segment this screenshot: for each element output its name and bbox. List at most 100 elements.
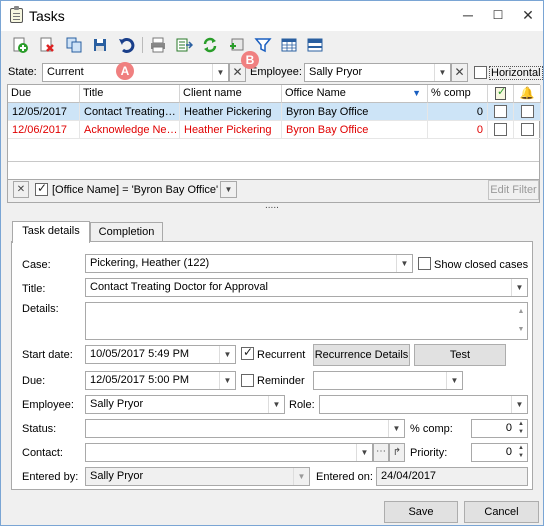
filter-icon[interactable]: ▼ — [412, 85, 421, 102]
reminder-checkbox-detail[interactable] — [241, 374, 254, 387]
contact-combo[interactable]: ▼ — [85, 443, 373, 462]
priority-value: 0 — [505, 446, 512, 458]
reminder-checkbox[interactable] — [521, 105, 534, 118]
chevron-down-icon[interactable]: ▼ — [511, 396, 527, 413]
chevron-down-icon[interactable]: ▼ — [356, 444, 372, 461]
save-icon[interactable] — [91, 36, 109, 54]
export-icon[interactable] — [175, 36, 194, 54]
chevron-down-icon[interactable]: ▼ — [268, 396, 284, 413]
cancel-button[interactable]: Cancel — [464, 501, 539, 523]
employee-filter-combo[interactable]: Sally Pryor ▼ — [304, 63, 451, 82]
column-header-complete[interactable]: ✓ — [488, 85, 514, 103]
recurrence-details-button[interactable]: Recurrence Details — [313, 344, 410, 366]
due-date-picker[interactable]: 12/05/2017 5:00 PM ▼ — [85, 371, 236, 390]
state-value: Current — [47, 66, 84, 78]
employee-clear-button[interactable]: ✕ — [451, 63, 468, 82]
filter-icon[interactable] — [254, 36, 272, 54]
clear-filter-button[interactable]: ✕ — [13, 181, 29, 198]
entered-on-label: Entered on: — [316, 471, 373, 483]
role-combo[interactable]: ▼ — [319, 395, 528, 414]
start-date-label: Start date: — [22, 349, 73, 361]
entered-by-label: Entered by: — [22, 471, 79, 483]
undo-icon[interactable] — [117, 36, 135, 54]
reminder-combo[interactable]: ▼ — [313, 371, 463, 390]
close-button[interactable]: ✕ — [513, 1, 543, 31]
clipboard-icon — [10, 6, 23, 23]
show-closed-checkbox[interactable] — [418, 257, 431, 270]
chevron-down-icon[interactable]: ▼ — [212, 64, 228, 81]
chevron-down-icon[interactable]: ▼ — [396, 255, 412, 272]
chevron-down-icon[interactable]: ▼ — [511, 279, 527, 296]
cell-due: 12/05/2017 — [8, 103, 80, 121]
chevron-down-icon: ▼ — [293, 468, 309, 485]
employee-filter-label: Employee: — [250, 66, 302, 78]
splitter-handle[interactable]: ..... — [265, 200, 279, 211]
recurrent-checkbox[interactable] — [241, 345, 254, 360]
column-header-pct[interactable]: % comp — [428, 85, 488, 103]
complete-checkbox[interactable] — [494, 123, 507, 136]
details-scrollbar[interactable]: ▲ ▼ — [515, 303, 527, 339]
tab-completion[interactable]: Completion — [90, 222, 163, 243]
recurrent-label: Recurrent — [257, 349, 306, 361]
case-combo[interactable]: Pickering, Heather (122) ▼ — [85, 254, 413, 273]
cell-client: Heather Pickering — [180, 103, 282, 121]
employee-filter-value: Sally Pryor — [309, 66, 363, 78]
grid-footer-divider — [8, 161, 539, 162]
due-date-value: 12/05/2017 5:00 PM — [90, 374, 190, 386]
chevron-down-icon[interactable]: ▼ — [446, 372, 462, 389]
minimize-button[interactable]: ─ — [453, 1, 483, 31]
start-date-picker[interactable]: 10/05/2017 5:49 PM ▼ — [85, 345, 236, 364]
title-combo[interactable]: Contact Treating Doctor for Approval ▼ — [85, 278, 528, 297]
column-header-client[interactable]: Client name — [180, 85, 282, 103]
status-label: Status: — [22, 423, 57, 435]
column-header-reminder[interactable]: 🔔 — [514, 85, 541, 103]
add-icon[interactable] — [11, 36, 29, 54]
filter-add-icon[interactable] — [228, 36, 246, 54]
refresh-icon[interactable] — [201, 36, 219, 54]
state-combo[interactable]: Current ▼ — [42, 63, 229, 82]
column-header-due[interactable]: Due — [8, 85, 80, 103]
details-textarea[interactable]: ▲ ▼ — [85, 302, 528, 340]
chevron-down-icon[interactable]: ▼ — [219, 372, 235, 389]
due-label: Due: — [22, 375, 46, 387]
employee-value: Sally Pryor — [90, 398, 144, 410]
status-combo[interactable]: ▼ — [85, 419, 405, 438]
cell-reminder — [514, 121, 541, 139]
column-header-title[interactable]: Title — [80, 85, 180, 103]
copy-icon[interactable] — [65, 36, 83, 54]
spinner-arrows-icon[interactable]: ▲ ▼ — [515, 444, 527, 461]
case-label: Case: — [22, 259, 51, 271]
bell-icon: 🔔 — [519, 86, 535, 100]
contact-open-icon[interactable]: ↱ — [389, 443, 405, 462]
cell-complete — [488, 103, 514, 121]
filter-enabled-checkbox[interactable] — [35, 181, 48, 196]
filter-dropdown-button[interactable]: ▼ — [220, 181, 237, 198]
pct-comp-spinner[interactable]: 0 ▲ ▼ — [471, 419, 528, 438]
maximize-button[interactable]: ☐ — [483, 1, 513, 31]
layout-icon[interactable] — [306, 36, 324, 54]
reminder-label: Reminder — [257, 375, 305, 387]
test-button[interactable]: Test — [414, 344, 506, 366]
column-header-office[interactable]: Office Name ▼ — [282, 85, 428, 103]
employee-combo[interactable]: Sally Pryor ▼ — [85, 395, 285, 414]
print-icon[interactable] — [149, 36, 167, 54]
spinner-arrows-icon[interactable]: ▲ ▼ — [515, 420, 527, 437]
contact-label: Contact: — [22, 447, 63, 459]
save-button[interactable]: Save — [384, 501, 458, 523]
tasks-grid: Due Title Client name Office Name ▼ % com… — [7, 84, 541, 180]
column-header-office-label: Office Name — [285, 87, 346, 99]
grid-icon[interactable] — [280, 36, 298, 54]
tab-task-details[interactable]: Task details — [12, 221, 90, 243]
contact-more-button[interactable]: ⋯ — [373, 443, 389, 462]
chevron-down-icon[interactable]: ▼ — [434, 64, 450, 81]
edit-filter-button[interactable]: Edit Filter — [488, 180, 539, 200]
horizontal-checkbox[interactable] — [474, 66, 487, 79]
delete-icon[interactable] — [38, 36, 56, 54]
complete-checkbox[interactable] — [494, 105, 507, 118]
horizontal-label: Horizontal — [489, 66, 543, 80]
chevron-down-icon[interactable]: ▼ — [388, 420, 404, 437]
reminder-checkbox[interactable] — [521, 123, 534, 136]
priority-spinner[interactable]: 0 ▲ ▼ — [471, 443, 528, 462]
priority-label: Priority: — [410, 447, 448, 459]
chevron-down-icon[interactable]: ▼ — [219, 346, 235, 363]
